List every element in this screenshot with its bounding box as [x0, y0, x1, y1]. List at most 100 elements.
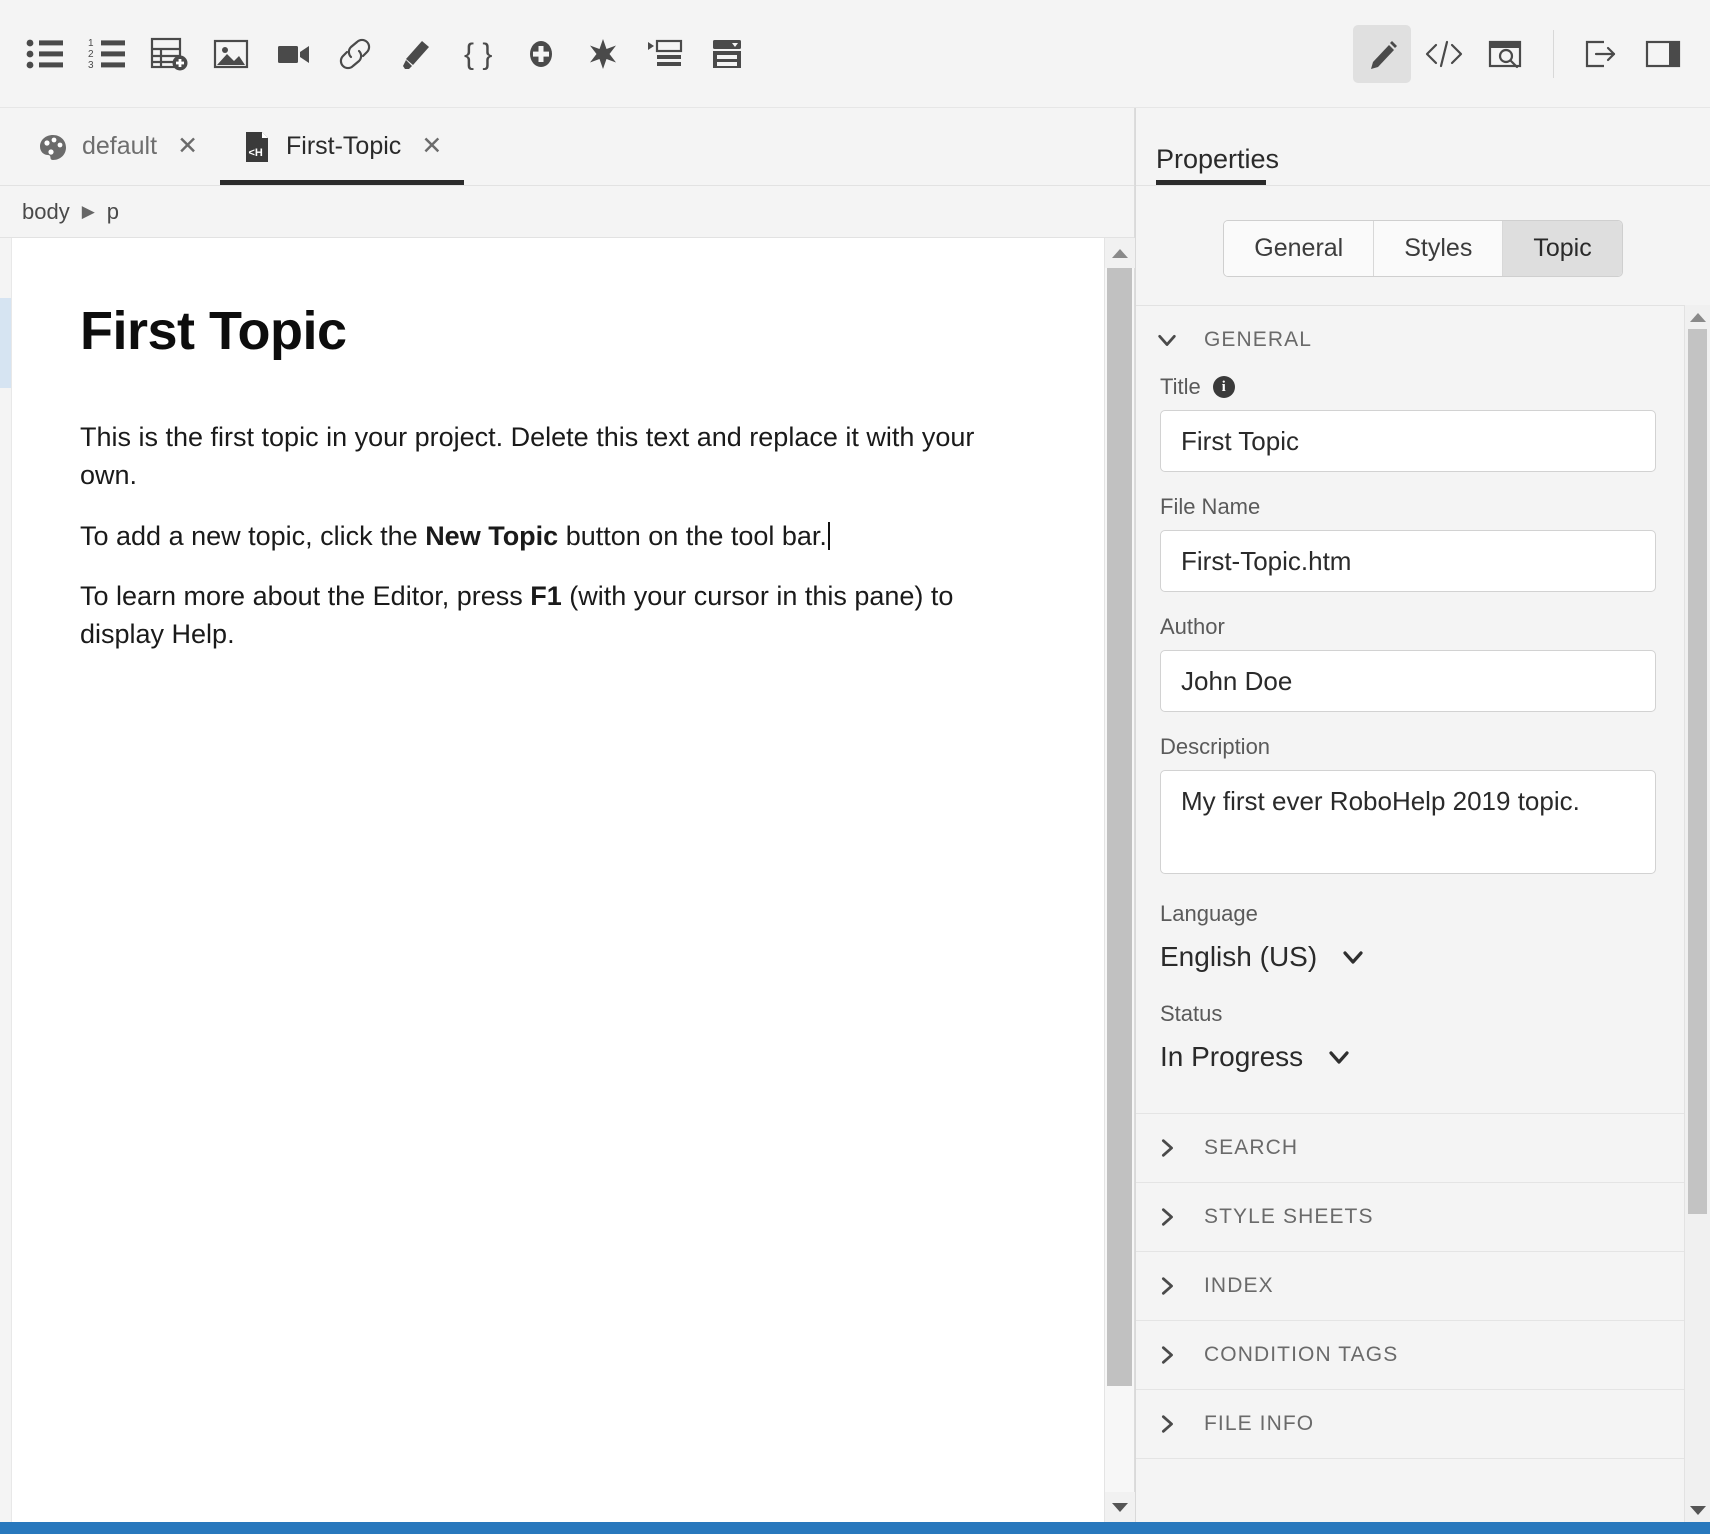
preview-icon[interactable] — [1477, 25, 1535, 83]
topic-paragraph-1: This is the first topic in your project.… — [80, 418, 1010, 495]
section-label: INDEX — [1204, 1274, 1274, 1298]
section-label: STYLE SHEETS — [1204, 1205, 1374, 1229]
svg-text:1: 1 — [88, 38, 94, 49]
insert-symbol-icon[interactable] — [512, 25, 570, 83]
field-label: Description — [1160, 734, 1270, 760]
tab-styles[interactable]: Styles — [1374, 221, 1503, 276]
section-file-info-header[interactable]: FILE INFO — [1136, 1390, 1684, 1458]
section-label: SEARCH — [1204, 1136, 1298, 1160]
section-condition-tags-header[interactable]: CONDITION TAGS — [1136, 1321, 1684, 1389]
scroll-up-arrow-icon[interactable] — [1685, 305, 1710, 329]
scrollbar-track[interactable] — [1105, 268, 1134, 1492]
insert-image-icon[interactable] — [202, 25, 260, 83]
palette-icon — [38, 131, 68, 163]
status-label-row: Status — [1160, 1001, 1656, 1027]
document-canvas[interactable]: First Topic This is the first topic in y… — [12, 238, 1104, 1522]
toolbar-divider — [1553, 30, 1554, 78]
code-braces-icon[interactable]: { } — [450, 25, 508, 83]
section-general: GENERAL Title i — [1136, 306, 1684, 1114]
field-filename: File Name — [1160, 494, 1656, 592]
document-tabbar: default ✕ <H First-Topic ✕ — [0, 108, 1134, 186]
svg-text:3: 3 — [88, 60, 94, 71]
tab-first-topic[interactable]: <H First-Topic ✕ — [220, 108, 464, 185]
chevron-down-icon — [1341, 945, 1365, 969]
chevron-right-icon — [1156, 1206, 1178, 1228]
text-caret — [828, 522, 830, 550]
title-input[interactable] — [1160, 410, 1656, 472]
tab-topic[interactable]: Topic — [1503, 221, 1621, 276]
highlight-icon[interactable] — [388, 25, 446, 83]
section-style-sheets: STYLE SHEETS — [1136, 1183, 1684, 1252]
breadcrumb-item-p[interactable]: p — [107, 199, 119, 225]
bulleted-list-icon[interactable] — [16, 25, 74, 83]
paragraph-text: This is the first topic in your project.… — [80, 422, 974, 490]
editor-vertical-scrollbar[interactable] — [1104, 238, 1134, 1522]
author-label-row: Author — [1160, 614, 1656, 640]
chevron-down-icon — [1327, 1045, 1351, 1069]
language-label-row: Language — [1160, 901, 1656, 927]
author-view-icon[interactable] — [1353, 25, 1411, 83]
toolbar-insert-group: 123 { } — [16, 25, 756, 83]
tab-close-icon[interactable]: ✕ — [421, 134, 442, 159]
properties-header: Properties — [1136, 108, 1710, 186]
section-label: GENERAL — [1204, 328, 1312, 352]
properties-scroll-wrap: GENERAL Title i — [1136, 305, 1710, 1522]
properties-vertical-scrollbar[interactable] — [1684, 305, 1710, 1522]
scrollbar-thumb[interactable] — [1688, 329, 1707, 1214]
document-area-wrap: First Topic This is the first topic in y… — [0, 238, 1134, 1522]
field-status: Status In Progress — [1160, 1001, 1656, 1079]
insert-link-icon[interactable] — [326, 25, 384, 83]
breadcrumb: body ▶ p — [0, 186, 1134, 238]
insert-snippet-icon[interactable] — [636, 25, 694, 83]
tab-default[interactable]: default ✕ — [16, 108, 220, 185]
section-index-header[interactable]: INDEX — [1136, 1252, 1684, 1320]
paragraph-text: To learn more about the Editor, press — [80, 581, 530, 611]
filename-label-row: File Name — [1160, 494, 1656, 520]
language-value: English (US) — [1160, 941, 1317, 973]
section-general-header[interactable]: GENERAL — [1136, 306, 1684, 374]
description-textarea[interactable]: My first ever RoboHelp 2019 topic. — [1160, 770, 1656, 874]
toggle-panel-icon[interactable] — [1634, 25, 1692, 83]
numbered-list-icon[interactable]: 123 — [78, 25, 136, 83]
insert-variable-icon[interactable] — [698, 25, 756, 83]
description-label-row: Description — [1160, 734, 1656, 760]
paragraph-text: button on the tool bar. — [558, 521, 827, 551]
breadcrumb-item-body[interactable]: body — [22, 199, 70, 225]
chevron-right-icon — [1156, 1137, 1178, 1159]
tab-close-icon[interactable]: ✕ — [177, 134, 198, 159]
section-style-sheets-header[interactable]: STYLE SHEETS — [1136, 1183, 1684, 1251]
scroll-down-arrow-icon[interactable] — [1685, 1498, 1710, 1522]
properties-pane: Properties General Styles Topic GENERAL — [1135, 108, 1710, 1522]
insert-table-icon[interactable] — [140, 25, 198, 83]
field-language: Language English (US) — [1160, 901, 1656, 979]
insert-glossary-icon[interactable] — [574, 25, 632, 83]
source-code-view-icon[interactable] — [1415, 25, 1473, 83]
paragraph-bold-f1: F1 — [530, 581, 562, 611]
language-dropdown[interactable]: English (US) — [1160, 937, 1656, 979]
topic-paragraph-3: To learn more about the Editor, press F1… — [80, 577, 1010, 654]
chevron-right-icon — [1156, 1344, 1178, 1366]
paragraph-text: To add a new topic, click the — [80, 521, 425, 551]
status-bar — [0, 1522, 1710, 1534]
svg-text:2: 2 — [88, 49, 94, 60]
scrollbar-track[interactable] — [1685, 329, 1710, 1498]
open-in-browser-icon[interactable] — [1572, 25, 1630, 83]
section-search-header[interactable]: SEARCH — [1136, 1114, 1684, 1182]
scroll-up-arrow-icon[interactable] — [1105, 238, 1135, 268]
tab-general[interactable]: General — [1224, 221, 1374, 276]
chevron-right-icon — [1156, 1275, 1178, 1297]
info-icon[interactable]: i — [1213, 376, 1235, 398]
section-index: INDEX — [1136, 1252, 1684, 1321]
status-dropdown[interactable]: In Progress — [1160, 1037, 1656, 1079]
svg-text:<H: <H — [249, 147, 263, 159]
author-input[interactable] — [1160, 650, 1656, 712]
filename-input[interactable] — [1160, 530, 1656, 592]
chevron-right-icon — [1156, 1413, 1178, 1435]
field-author: Author — [1160, 614, 1656, 712]
scroll-down-arrow-icon[interactable] — [1105, 1492, 1135, 1522]
paragraph-bold-new-topic: New Topic — [425, 521, 558, 551]
scrollbar-thumb[interactable] — [1107, 268, 1132, 1386]
html-file-icon: <H — [242, 131, 272, 163]
field-description: Description My first ever RoboHelp 2019 … — [1160, 734, 1656, 879]
insert-video-icon[interactable] — [264, 25, 322, 83]
